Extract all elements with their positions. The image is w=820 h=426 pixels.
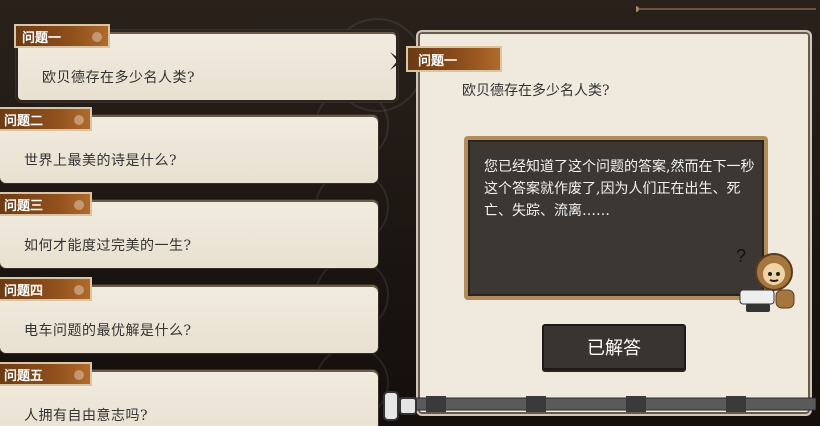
monkey-typewriter-icon: ?: [730, 244, 802, 316]
question-text: 人拥有自由意志吗?: [24, 408, 149, 424]
question-text: 欧贝德存在多少名人类?: [42, 70, 196, 86]
detail-question: 欧贝德存在多少名人类?: [462, 83, 610, 99]
question-text: 如何才能度过完美的一生?: [24, 238, 192, 254]
question-tag: 问题四: [0, 277, 92, 301]
answer-text: 您已经知道了这个问题的答案,然而在下一秒这个答案就作废了,因为人们正在出生、死亡…: [484, 159, 755, 219]
question-card[interactable]: 问题四 电车问题的最优解是什么?: [0, 277, 378, 353]
question-tag: 问题五: [0, 362, 92, 386]
question-tag: 问题一: [14, 24, 110, 48]
question-text: 电车问题的最优解是什么?: [24, 323, 192, 339]
question-list: 问题一 欧贝德存在多少名人类? 问题二 世界上最美的诗是什么? 问题三 如何才能…: [0, 0, 398, 426]
question-card[interactable]: 问题一 欧贝德存在多少名人类?: [14, 24, 398, 102]
detail-tag: 问题一: [406, 46, 502, 72]
answer-box: 您已经知道了这个问题的答案,然而在下一秒这个答案就作废了,因为人们正在出生、死亡…: [464, 136, 768, 300]
question-card[interactable]: 问题二 世界上最美的诗是什么?: [0, 107, 378, 183]
pipe-decor: [386, 396, 816, 412]
question-tag: 问题三: [0, 192, 92, 216]
question-detail-panel: 问题一 欧贝德存在多少名人类? 您已经知道了这个问题的答案,然而在下一秒这个答案…: [390, 30, 812, 416]
game-screen: 问题一 欧贝德存在多少名人类? 问题二 世界上最美的诗是什么? 问题三 如何才能…: [0, 0, 820, 426]
question-card[interactable]: 问题五 人拥有自由意志吗?: [0, 362, 378, 426]
question-card[interactable]: 问题三 如何才能度过完美的一生?: [0, 192, 378, 268]
answered-button[interactable]: 已解答: [542, 324, 686, 370]
top-decor-line: [636, 6, 816, 12]
pipe-joint-decor: [383, 391, 417, 421]
question-tag: 问题二: [0, 107, 92, 131]
svg-text:?: ?: [736, 246, 746, 266]
question-text: 世界上最美的诗是什么?: [24, 153, 178, 169]
